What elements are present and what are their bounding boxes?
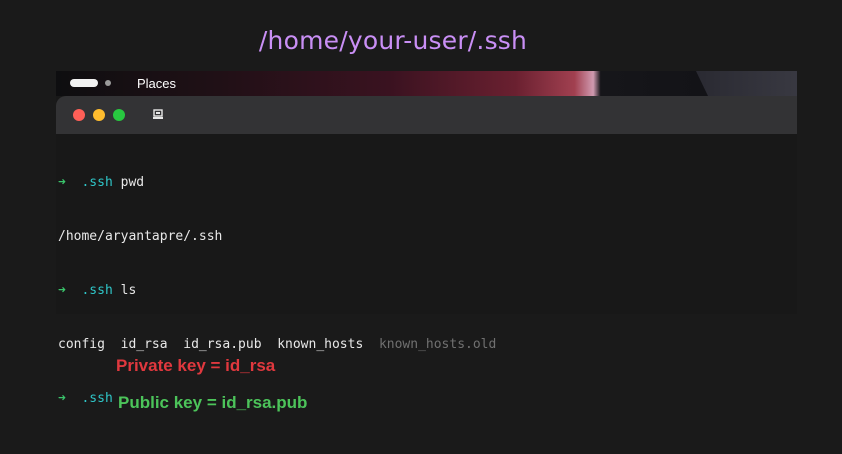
- prompt-dir: .ssh: [81, 175, 113, 190]
- close-icon[interactable]: [73, 109, 85, 121]
- prompt-arrow-icon: ➜: [58, 283, 66, 298]
- workspace-indicator-icon[interactable]: [70, 79, 98, 87]
- terminal-line: config id_rsa id_rsa.pub known_hosts kno…: [56, 336, 797, 354]
- command-text: ls: [120, 283, 137, 298]
- file-entry: id_rsa.pub: [183, 337, 262, 352]
- places-menu[interactable]: Places: [137, 76, 176, 91]
- prompt-dir: .ssh: [81, 391, 113, 406]
- output-text: /home/aryantapre/.ssh: [58, 229, 223, 244]
- workspace-dot-icon[interactable]: [105, 80, 111, 86]
- prompt-dir: .ssh: [81, 283, 113, 298]
- public-key-note: Public key = id_rsa.pub: [118, 393, 308, 412]
- command-text: pwd: [120, 175, 145, 190]
- maximize-icon[interactable]: [113, 109, 125, 121]
- slide-heading: /home/your-user/.ssh: [0, 26, 842, 55]
- terminal-line: ➜ .ssh pwd: [56, 174, 797, 192]
- desktop-top-panel: Places: [56, 71, 797, 96]
- terminal-titlebar: [56, 96, 797, 134]
- file-entry: known_hosts: [277, 337, 364, 352]
- terminal-window: ➜ .ssh pwd /home/aryantapre/.ssh ➜ .ssh …: [56, 96, 797, 406]
- heading-text: /home/your-user/.ssh: [258, 26, 528, 55]
- file-entry: id_rsa: [120, 337, 168, 352]
- terminal-line: ➜ .ssh ls: [56, 282, 797, 300]
- terminal-line: /home/aryantapre/.ssh: [56, 228, 797, 246]
- minimize-icon[interactable]: [93, 109, 105, 121]
- prompt-arrow-icon: ➜: [58, 175, 66, 190]
- private-key-note: Private key = id_rsa: [116, 356, 276, 375]
- file-entry: config: [58, 337, 105, 352]
- prompt-arrow-icon: ➜: [58, 391, 66, 406]
- panel-decoration: [696, 71, 797, 96]
- terminal-tab-icon: [153, 109, 163, 119]
- file-entry-backup: known_hosts.old: [378, 337, 497, 352]
